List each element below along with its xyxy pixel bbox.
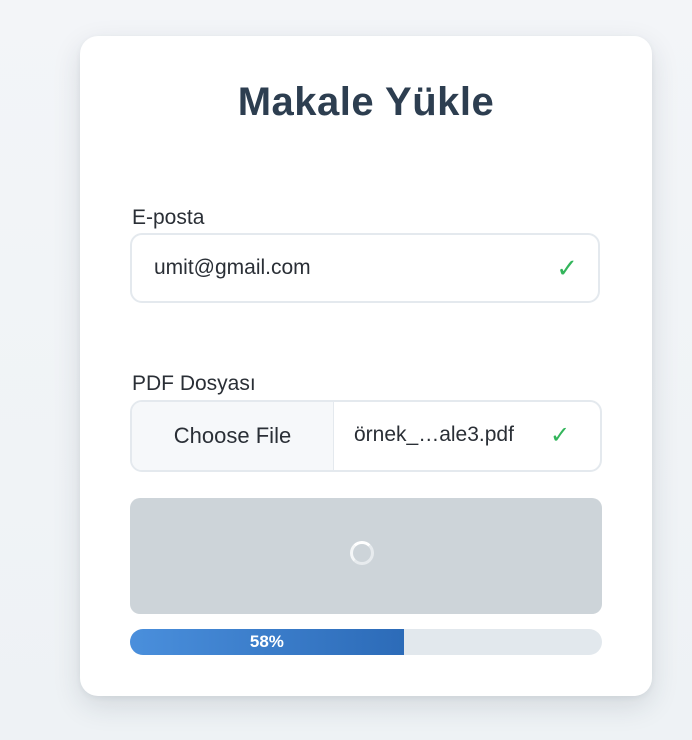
selected-file-name: örnek_…ale3.pdf	[354, 423, 514, 446]
email-input[interactable]	[154, 235, 534, 301]
pdf-file-input[interactable]: Choose File örnek_…ale3.pdf ✓	[130, 400, 602, 472]
page-background: Makale Yükle E-posta ✓ PDF Dosyası Choos…	[0, 0, 692, 740]
upload-submit-button[interactable]	[130, 498, 602, 614]
upload-card: Makale Yükle E-posta ✓ PDF Dosyası Choos…	[80, 36, 652, 696]
loading-spinner-icon	[350, 541, 374, 565]
file-valid-check-icon: ✓	[550, 422, 571, 449]
email-valid-check-icon: ✓	[556, 253, 578, 283]
email-field: ✓	[130, 233, 600, 303]
email-label: E-posta	[132, 206, 205, 229]
pdf-label: PDF Dosyası	[132, 372, 256, 395]
upload-progress-bar: 58%	[130, 629, 602, 655]
choose-file-button[interactable]: Choose File	[132, 402, 334, 470]
upload-progress-text: 58%	[249, 632, 284, 651]
page-title: Makale Yükle	[237, 80, 495, 124]
